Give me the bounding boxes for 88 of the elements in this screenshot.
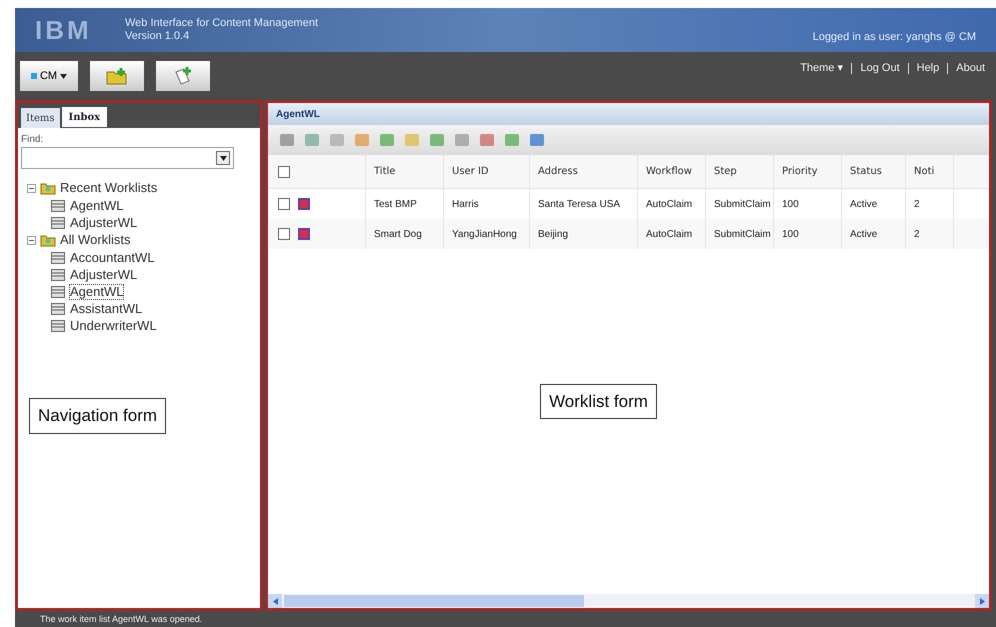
tree-item[interactable]: AgentWL	[69, 198, 124, 214]
logo: IBM	[35, 14, 93, 46]
app-version: Version 1.0.4	[125, 30, 190, 43]
column-header[interactable]: Status	[850, 164, 882, 179]
app-title: Web Interface for Content Management	[125, 17, 318, 30]
toolbar-action-icon[interactable]	[278, 131, 296, 149]
list-icon	[51, 320, 65, 332]
folder-icon	[40, 181, 56, 195]
tree-item[interactable]: AgentWL	[69, 284, 124, 300]
image-document-icon	[298, 228, 310, 240]
scroll-right-icon[interactable]	[975, 594, 989, 608]
column-header[interactable]: Step	[714, 164, 737, 179]
panel-tab[interactable]: Items	[21, 108, 60, 128]
table-cell-text: Active	[850, 198, 878, 212]
table-cell-text: 2	[914, 198, 920, 212]
column-header[interactable]: Address	[538, 164, 578, 179]
header-link[interactable]: Help	[916, 60, 940, 76]
horizontal-scrollbar[interactable]	[268, 594, 989, 608]
column-header[interactable]: Title	[374, 164, 396, 179]
column-header[interactable]: Priority	[782, 164, 818, 179]
status-message: The work item list AgentWL was opened.	[40, 614, 202, 624]
toolbar-action-icon[interactable]	[503, 131, 521, 149]
toolbar-action-icon[interactable]	[303, 131, 321, 149]
header-link[interactable]: Theme ▾	[800, 60, 844, 76]
toolbar-action-icon[interactable]	[378, 131, 396, 149]
tree-item[interactable]: AssistantWL	[69, 300, 144, 316]
find-label: Find:	[21, 133, 44, 147]
table-cell-text: Smart Dog	[374, 228, 422, 242]
list-icon	[51, 200, 65, 212]
tree-item[interactable]: AdjusterWL	[69, 266, 138, 282]
new-document-button[interactable]	[156, 61, 210, 91]
table-cell-text: Beijing	[538, 228, 568, 242]
toolbar-action-icon[interactable]	[453, 131, 471, 149]
folder-add-icon	[106, 67, 128, 85]
header-link[interactable]: About	[956, 60, 985, 76]
list-icon	[51, 302, 65, 314]
tree-item[interactable]: AccountantWL	[69, 250, 156, 266]
column-header[interactable]: Noti	[914, 164, 934, 179]
toolbar-action-icon[interactable]	[428, 131, 446, 149]
table-cell-text: AutoClaim	[646, 198, 692, 212]
tree-item[interactable]: Recent Worklists	[60, 178, 158, 198]
toolbar-action-icon[interactable]	[328, 131, 346, 149]
scroll-left-icon[interactable]	[268, 594, 282, 608]
table-cell-text: YangJianHong	[452, 228, 517, 242]
login-status: Logged in as user: yanghs @ CM	[812, 30, 976, 45]
column-header[interactable]: User ID	[452, 164, 489, 179]
select-all-checkbox[interactable]	[278, 166, 290, 178]
annotation-label: Worklist form	[540, 384, 657, 420]
table-cell-text: SubmitClaim	[714, 198, 771, 212]
table-cell-text: Harris	[452, 198, 479, 212]
table-cell-text: 2	[914, 228, 920, 242]
header-link[interactable]: Log Out	[860, 60, 900, 76]
image-document-icon	[298, 198, 310, 210]
list-icon	[51, 286, 65, 298]
find-combobox[interactable]	[21, 147, 234, 169]
new-folder-button[interactable]	[90, 61, 144, 91]
table-row[interactable]: Smart Dog YangJianHong Beijing AutoClaim SubmitClaim 100 Active 2	[268, 219, 989, 249]
panel-tab[interactable]: Inbox	[62, 107, 108, 127]
collapse-toggle-icon[interactable]	[27, 184, 36, 192]
list-icon	[51, 252, 65, 264]
caret-icon	[220, 156, 226, 160]
worklist-title: AgentWL	[276, 108, 320, 122]
annotation-label: Navigation form	[29, 398, 166, 434]
table-cell-text: SubmitClaim	[714, 228, 771, 242]
column-header[interactable]: Workflow	[646, 164, 692, 179]
row-checkbox[interactable]	[278, 198, 290, 210]
table-cell-text: Test BMP	[374, 198, 417, 212]
caret-icon	[60, 74, 68, 78]
tree-item[interactable]: AdjusterWL	[69, 214, 138, 230]
tree-item[interactable]: All Worklists	[60, 230, 131, 250]
table-cell-text: 100	[782, 228, 799, 242]
folder-icon	[40, 233, 56, 247]
table-cell-text: Santa Teresa USA	[538, 198, 620, 212]
table-cell-text: 100	[782, 198, 799, 212]
list-icon	[51, 216, 65, 228]
toolbar-action-icon[interactable]	[478, 131, 496, 149]
repository-icon	[30, 73, 37, 79]
toolbar-action-icon[interactable]	[353, 131, 371, 149]
document-add-icon	[173, 66, 193, 86]
tree-item[interactable]: UnderwriterWL	[69, 318, 158, 334]
table-cell-text: Active	[850, 228, 878, 242]
table-cell-text: AutoClaim	[646, 228, 692, 242]
collapse-toggle-icon[interactable]	[27, 236, 36, 244]
repository-dropdown[interactable]: CM	[20, 61, 78, 91]
toolbar-action-icon[interactable]	[528, 131, 546, 149]
toolbar-action-icon[interactable]	[403, 131, 421, 149]
row-checkbox[interactable]	[278, 228, 290, 240]
list-icon	[51, 268, 65, 280]
